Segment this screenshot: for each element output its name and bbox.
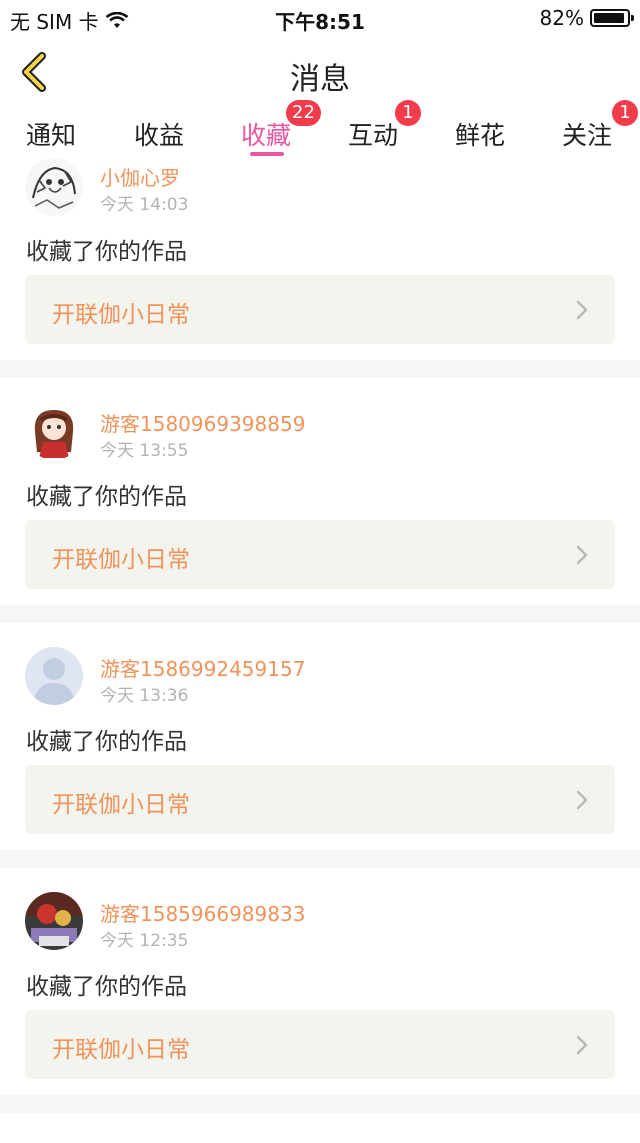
timestamp: 今天 14:03 — [100, 195, 189, 215]
tab-notice[interactable]: 通知 — [26, 116, 76, 152]
username[interactable]: 小伽心罗 — [100, 162, 180, 191]
work-title: 开联伽小日常 — [52, 792, 190, 818]
action-text: 收藏了你的作品 — [26, 729, 187, 755]
avatar-sketch-icon — [25, 158, 83, 216]
work-link[interactable]: 开联伽小日常 — [25, 1010, 615, 1079]
work-title: 开联伽小日常 — [52, 1037, 190, 1063]
username[interactable]: 游客1580969398859 — [100, 408, 305, 437]
work-title: 开联伽小日常 — [52, 547, 190, 573]
action-text: 收藏了你的作品 — [26, 484, 187, 510]
avatar-girl-icon — [25, 402, 83, 460]
work-title: 开联伽小日常 — [52, 302, 190, 328]
list-item: 小伽心罗 今天 14:03 收藏了你的作品 开联伽小日常 — [0, 156, 640, 360]
tab-interaction[interactable]: 互动 — [348, 116, 398, 152]
action-text: 收藏了你的作品 — [26, 974, 187, 1000]
work-link[interactable]: 开联伽小日常 — [25, 520, 615, 589]
tab-flowers[interactable]: 鲜花 — [455, 116, 505, 152]
work-link[interactable]: 开联伽小日常 — [25, 765, 615, 834]
action-text: 收藏了你的作品 — [26, 239, 187, 265]
battery-icon — [590, 9, 634, 27]
timestamp: 今天 13:36 — [100, 686, 189, 706]
tab-earnings[interactable]: 收益 — [134, 116, 184, 152]
chevron-right-icon — [576, 790, 588, 810]
avatar[interactable] — [25, 158, 83, 216]
chevron-right-icon — [576, 545, 588, 565]
work-link[interactable]: 开联伽小日常 — [25, 275, 615, 344]
status-bar: 无 SIM 卡 下午8:51 82% — [0, 0, 640, 36]
tab-favorites[interactable]: 收藏 — [241, 116, 291, 152]
chevron-right-icon — [576, 300, 588, 320]
timestamp: 今天 13:55 — [100, 441, 189, 461]
username[interactable]: 游客1585966989833 — [100, 898, 305, 927]
tab-bar: 通知 收益 收藏 互动 鲜花 关注 22 1 1 — [0, 100, 640, 156]
timestamp: 今天 12:35 — [100, 931, 189, 951]
interaction-badge: 1 — [395, 100, 421, 126]
list-item: 游客1585966989833 今天 12:35 收藏了你的作品 开联伽小日常 — [0, 868, 640, 1095]
status-right: 82% — [539, 6, 634, 30]
favorites-badge: 22 — [286, 100, 321, 126]
tab-follow[interactable]: 关注 — [562, 116, 612, 152]
list-item: 游客1580969398859 今天 13:55 收藏了你的作品 开联伽小日常 — [0, 378, 640, 605]
avatar-photo-icon — [25, 892, 83, 950]
avatar[interactable] — [25, 892, 83, 950]
battery-percent: 82% — [539, 6, 584, 30]
avatar[interactable] — [25, 402, 83, 460]
list-item: 游客1586992459157 今天 13:36 收藏了你的作品 开联伽小日常 — [0, 623, 640, 850]
chevron-right-icon — [576, 1035, 588, 1055]
nav-bar: 消息 — [0, 36, 640, 109]
default-avatar-icon — [25, 647, 83, 705]
avatar[interactable] — [25, 647, 83, 705]
page-title: 消息 — [290, 62, 350, 97]
username[interactable]: 游客1586992459157 — [100, 653, 305, 682]
follow-badge: 1 — [612, 100, 638, 126]
